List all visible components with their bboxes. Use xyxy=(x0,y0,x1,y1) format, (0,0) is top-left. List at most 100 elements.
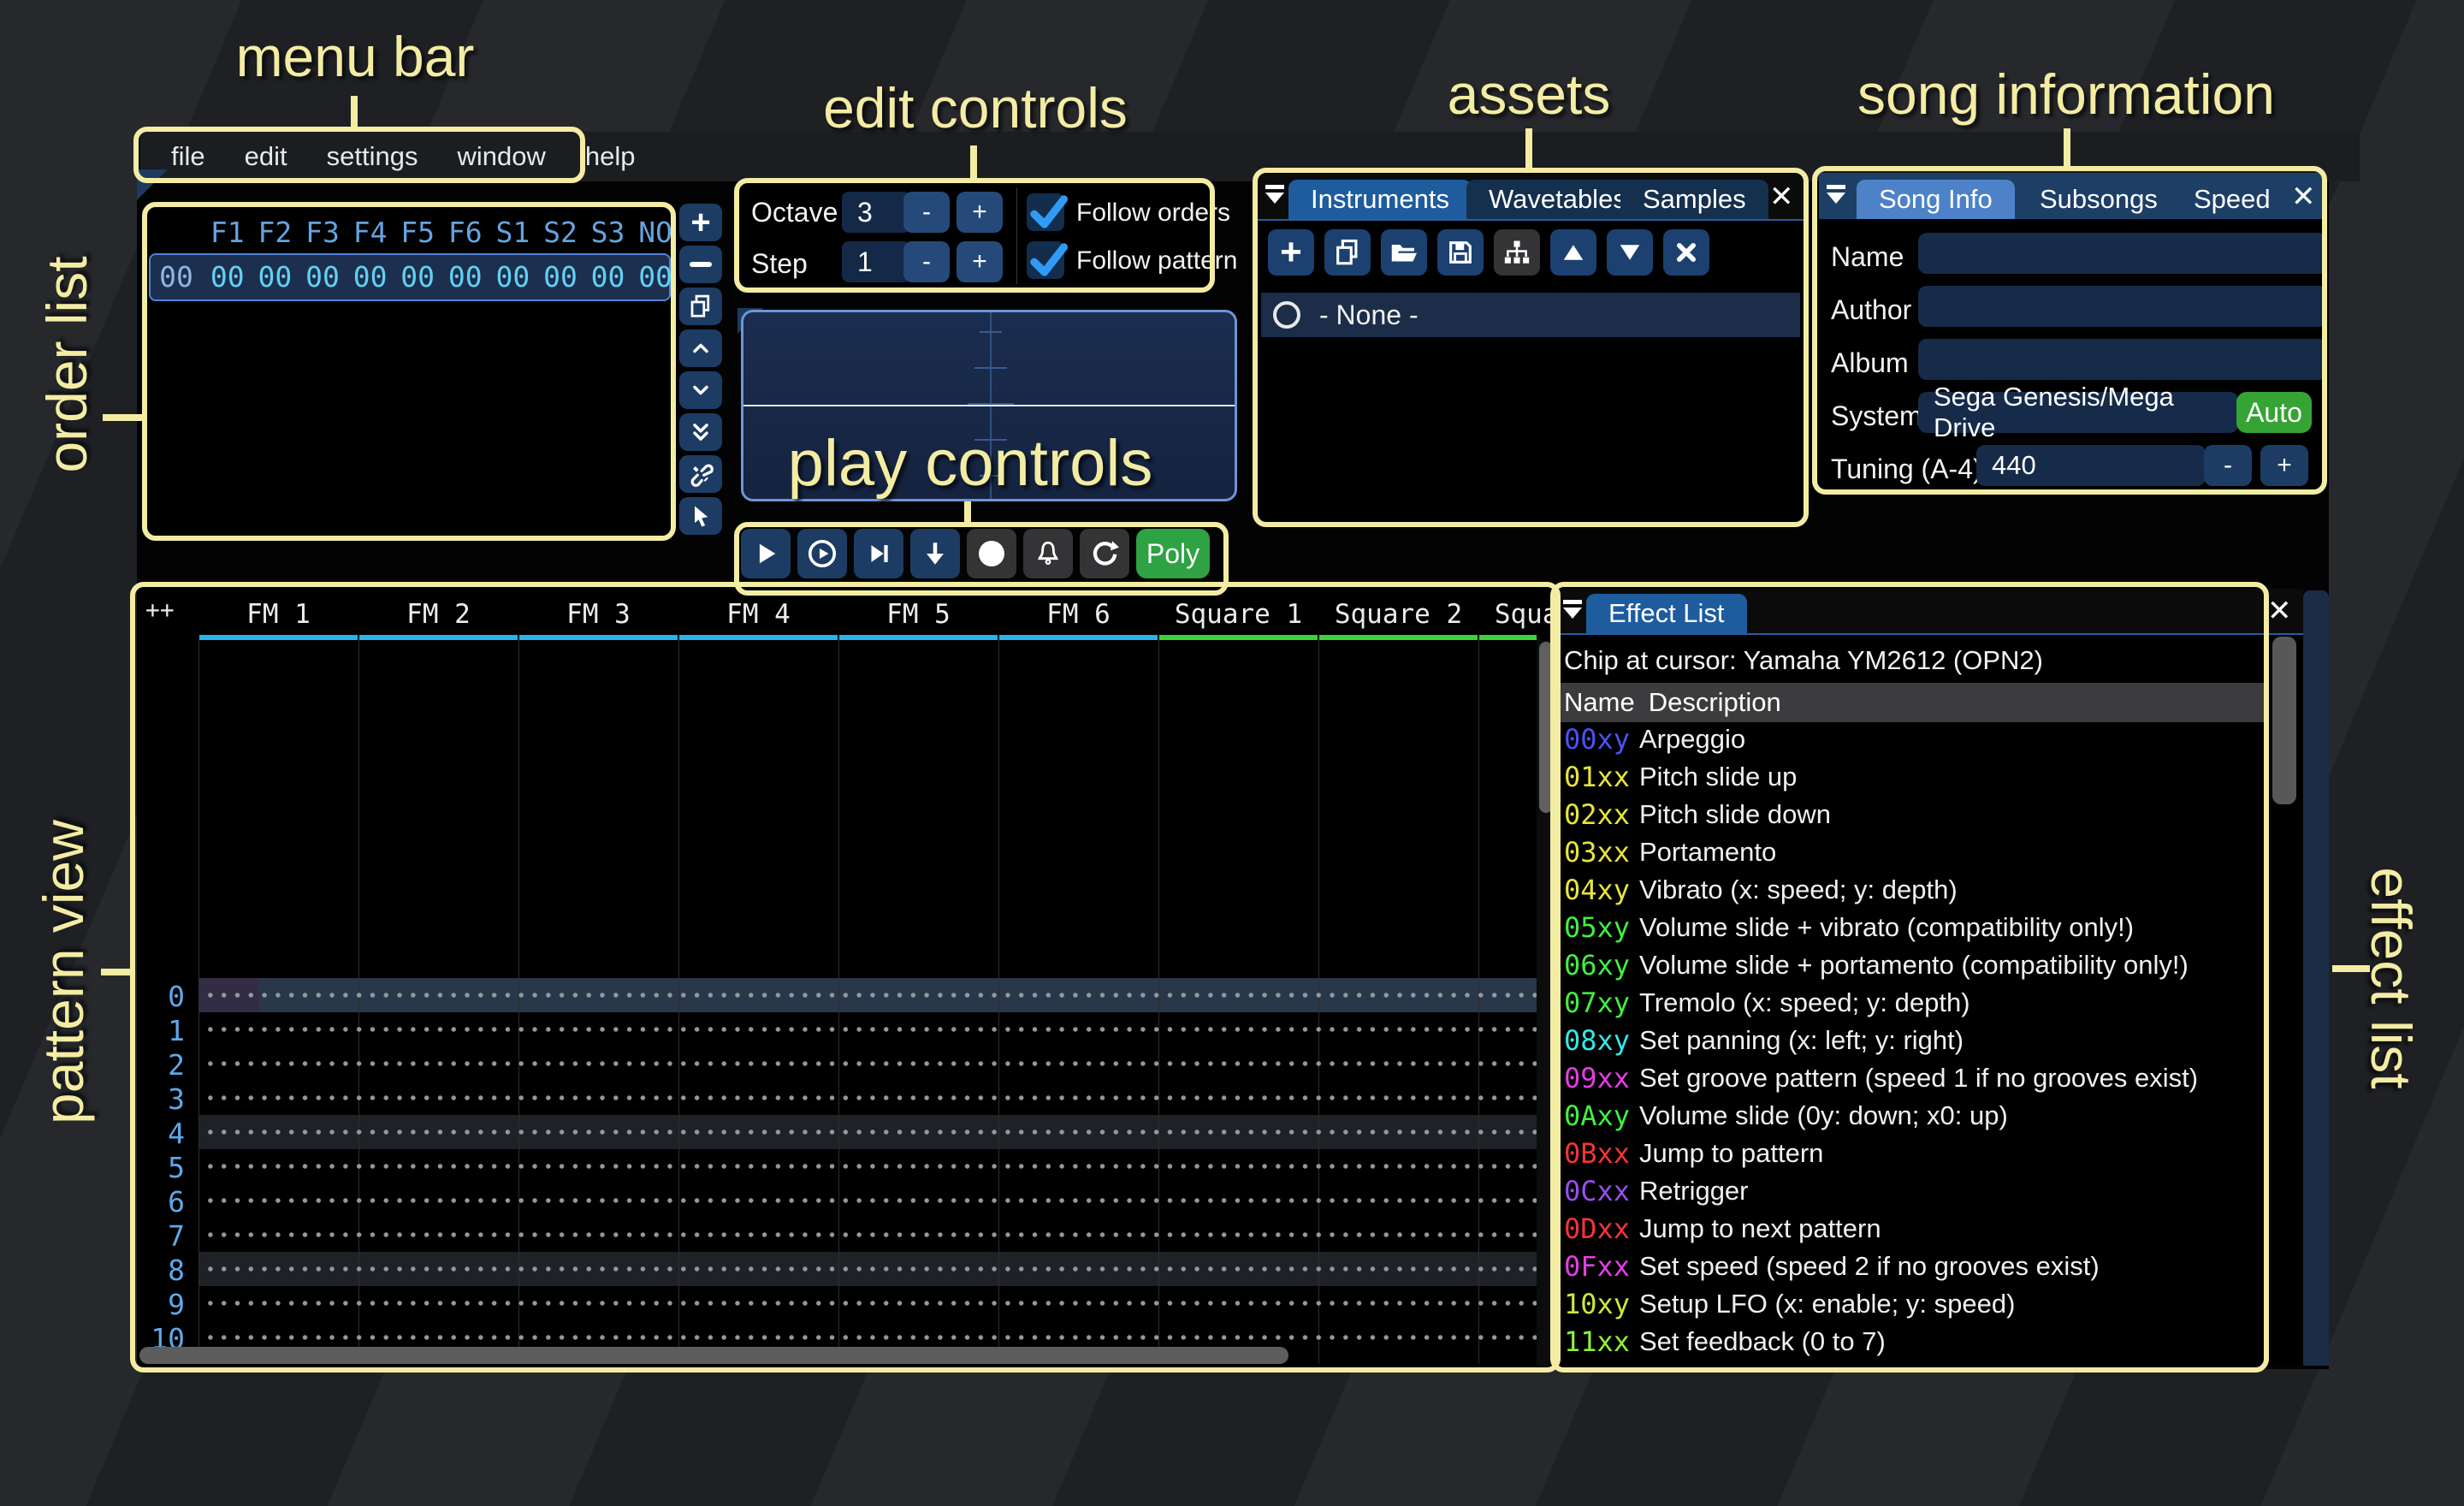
collapse-window-icon[interactable] xyxy=(1562,600,1583,619)
step-value[interactable]: 1 xyxy=(842,241,910,282)
channel-header[interactable]: Square 1 xyxy=(1158,599,1318,630)
pattern-corner-label[interactable]: ++ xyxy=(145,596,175,624)
order-move-down-button[interactable] xyxy=(679,371,722,409)
tab-samples[interactable]: Samples xyxy=(1620,180,1768,219)
menu-item-help[interactable]: help xyxy=(585,141,636,172)
system-auto-button[interactable]: Auto xyxy=(2236,392,2312,433)
tuning-plus-button[interactable]: + xyxy=(2260,445,2308,486)
asset-add-button[interactable]: + xyxy=(1268,229,1314,276)
effect-row[interactable]: 01xx Pitch slide up xyxy=(1564,759,1797,795)
effect-row[interactable]: 02xx Pitch slide down xyxy=(1564,797,1831,833)
order-row[interactable]: 00 00 00 00 00 00 00 00 00 00 00 xyxy=(149,260,674,293)
pattern-row[interactable] xyxy=(200,1252,1537,1286)
effect-row[interactable]: 05xy Volume slide + vibrato (compatibili… xyxy=(1564,910,2134,946)
effect-row[interactable]: 09xx Set groove pattern (speed 1 if no g… xyxy=(1564,1060,2198,1096)
order-cell[interactable]: 00 xyxy=(441,260,489,293)
effect-row[interactable]: 0Cxx Retrigger xyxy=(1564,1173,1749,1209)
octave-minus-button[interactable]: - xyxy=(903,192,950,233)
order-cell[interactable]: 00 xyxy=(584,260,632,293)
channel-header[interactable]: Square 3 xyxy=(1478,599,1555,630)
order-unlink-button[interactable] xyxy=(679,455,722,493)
order-header-channel[interactable]: S3 xyxy=(584,216,632,249)
order-header-channel[interactable]: F5 xyxy=(394,216,441,249)
order-cell[interactable]: 00 xyxy=(394,260,441,293)
channel-header[interactable]: FM 5 xyxy=(838,599,998,630)
effect-table-header[interactable]: Name Description xyxy=(1559,683,2267,722)
metronome-button[interactable] xyxy=(1023,529,1073,578)
effect-row[interactable]: 0Dxx Jump to next pattern xyxy=(1564,1211,1881,1247)
effect-row[interactable]: 08xy Set panning (x: left; y: right) xyxy=(1564,1023,1964,1058)
order-cell[interactable]: 00 xyxy=(346,260,394,293)
pattern-row[interactable] xyxy=(200,1012,1537,1046)
octave-value[interactable]: 3 xyxy=(842,192,910,233)
order-cell[interactable]: 00 xyxy=(489,260,537,293)
dock-scrollbar-strip[interactable] xyxy=(2303,590,2329,1366)
tuning-minus-button[interactable]: - xyxy=(2204,445,2252,486)
order-header-channel[interactable]: F3 xyxy=(299,216,346,249)
order-cell[interactable]: 00 xyxy=(536,260,584,293)
order-cell[interactable]: 00 xyxy=(631,260,674,293)
order-header-channel[interactable]: F6 xyxy=(441,216,489,249)
close-icon[interactable]: ✕ xyxy=(2267,594,2292,628)
tab-speed[interactable]: Speed xyxy=(2171,180,2293,219)
order-add-button[interactable]: + xyxy=(679,204,722,241)
order-remove-button[interactable] xyxy=(679,246,722,283)
pattern-row[interactable] xyxy=(200,1046,1537,1081)
tab-subsongs[interactable]: Subsongs xyxy=(2017,180,2180,219)
effect-row[interactable]: 07xy Tremolo (x: speed; y: depth) xyxy=(1564,985,1970,1021)
album-field[interactable] xyxy=(1918,339,2327,380)
poly-toggle-button[interactable]: Poly xyxy=(1136,529,1210,578)
asset-folder-view-button[interactable] xyxy=(1494,229,1540,276)
pattern-row[interactable] xyxy=(200,978,1537,1012)
author-field[interactable] xyxy=(1918,286,2327,327)
pattern-row[interactable] xyxy=(200,1218,1537,1252)
collapse-window-icon[interactable] xyxy=(1826,185,1846,204)
order-header-channel[interactable]: S1 xyxy=(489,216,537,249)
channel-header[interactable]: FM 6 xyxy=(998,599,1158,630)
asset-open-button[interactable] xyxy=(1381,229,1427,276)
menu-item-file[interactable]: file xyxy=(171,141,205,172)
instrument-list-item[interactable]: - None - xyxy=(1261,293,1800,337)
play-button[interactable] xyxy=(741,529,791,578)
effect-list-scroll-thumb[interactable] xyxy=(2272,637,2296,804)
asset-move-up-button[interactable] xyxy=(1550,229,1596,276)
record-button[interactable] xyxy=(967,529,1016,578)
channel-header[interactable]: FM 2 xyxy=(358,599,518,630)
order-move-bottom-button[interactable] xyxy=(679,413,722,451)
channel-header[interactable]: FM 1 xyxy=(198,599,358,630)
order-cell[interactable]: 00 xyxy=(252,260,299,293)
effect-row[interactable]: 0Bxx Jump to pattern xyxy=(1564,1135,1823,1171)
play-from-start-button[interactable] xyxy=(797,529,847,578)
pattern-vscroll-thumb[interactable] xyxy=(1539,642,1553,813)
collapse-window-icon[interactable] xyxy=(1265,185,1285,204)
tab-song-info[interactable]: Song Info xyxy=(1857,180,2015,219)
pattern-hscroll-thumb[interactable] xyxy=(139,1347,1288,1364)
order-header-channel[interactable]: F2 xyxy=(252,216,299,249)
menu-item-window[interactable]: window xyxy=(457,141,545,172)
order-cell[interactable]: 00 xyxy=(204,260,252,293)
pattern-row[interactable] xyxy=(200,1183,1537,1218)
close-icon[interactable]: ✕ xyxy=(2291,180,2316,214)
close-icon[interactable]: ✕ xyxy=(1769,180,1794,214)
order-header-channel[interactable]: NO xyxy=(631,216,674,249)
asset-move-down-button[interactable] xyxy=(1607,229,1653,276)
pattern-row[interactable] xyxy=(200,1115,1537,1149)
order-cursor-mode-button[interactable] xyxy=(679,497,722,535)
repeat-pattern-button[interactable] xyxy=(1080,529,1129,578)
order-header-channel[interactable]: S2 xyxy=(536,216,584,249)
follow-pattern-checkbox[interactable] xyxy=(1027,241,1069,279)
octave-plus-button[interactable]: + xyxy=(957,192,1003,233)
asset-duplicate-button[interactable] xyxy=(1324,229,1371,276)
order-duplicate-button[interactable] xyxy=(679,288,722,325)
name-field[interactable] xyxy=(1918,233,2327,274)
effect-row[interactable]: 0Axy Volume slide (0y: down; x0: up) xyxy=(1564,1098,2008,1134)
pattern-row[interactable] xyxy=(200,1081,1537,1115)
step-minus-button[interactable]: - xyxy=(903,241,950,282)
tab-instruments[interactable]: Instruments xyxy=(1288,180,1472,219)
tab-effect-list[interactable]: Effect List xyxy=(1586,594,1747,633)
menu-item-edit[interactable]: edit xyxy=(245,141,287,172)
effect-row[interactable]: 10xy Setup LFO (x: enable; y: speed) xyxy=(1564,1286,2015,1322)
effect-row[interactable]: 06xy Volume slide + portamento (compatib… xyxy=(1564,947,2189,983)
channel-header[interactable]: FM 4 xyxy=(678,599,838,630)
step-plus-button[interactable]: + xyxy=(957,241,1003,282)
